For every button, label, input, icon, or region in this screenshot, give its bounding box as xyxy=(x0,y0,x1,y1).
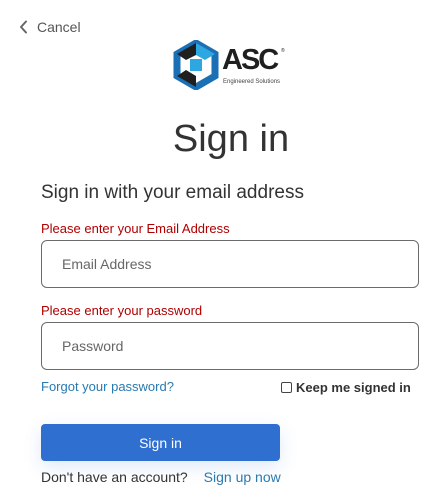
cancel-button[interactable]: Cancel xyxy=(19,19,81,35)
email-error-message: Please enter your Email Address xyxy=(41,221,230,236)
no-account-text: Don't have an account? xyxy=(41,469,188,485)
sign-in-page: Cancel ASC ® Engineered Solutions Sign i… xyxy=(0,0,441,503)
registered-mark: ® xyxy=(281,48,285,54)
cancel-label: Cancel xyxy=(37,19,81,35)
keep-signed-in-label: Keep me signed in xyxy=(296,380,411,395)
checkbox-unchecked-icon[interactable] xyxy=(281,382,292,393)
sign-up-link[interactable]: Sign up now xyxy=(204,469,281,485)
password-field[interactable] xyxy=(41,322,419,370)
page-title: Sign in xyxy=(172,118,290,160)
forgot-password-link[interactable]: Forgot your password? xyxy=(41,379,174,394)
hexagon-logo-icon xyxy=(173,40,219,90)
chevron-left-icon xyxy=(19,20,28,34)
page-subtitle: Sign in with your email address xyxy=(41,182,304,203)
logo-tagline: Engineered Solutions xyxy=(223,79,281,85)
logo-wordmark: ASC xyxy=(222,44,279,76)
sign-in-button[interactable]: Sign in xyxy=(41,424,280,461)
sign-up-prompt: Don't have an account? Sign up now xyxy=(41,469,281,485)
email-field[interactable] xyxy=(41,240,419,288)
keep-signed-in-option[interactable]: Keep me signed in xyxy=(281,380,411,395)
company-logo: ASC ® Engineered Solutions xyxy=(172,40,292,92)
password-error-message: Please enter your password xyxy=(41,303,203,318)
